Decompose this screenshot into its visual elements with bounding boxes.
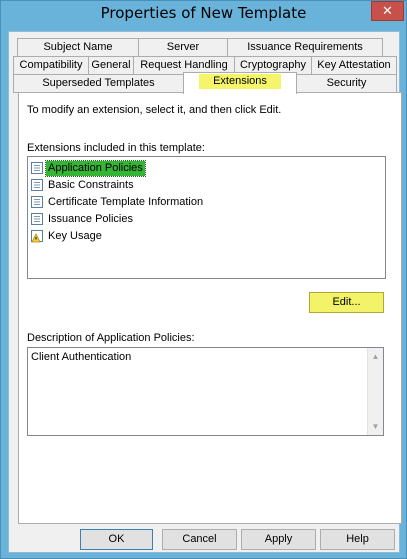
tab-key-attestation[interactable]: Key Attestation xyxy=(311,56,397,75)
instructions-text: To modify an extension, select it, and t… xyxy=(27,104,282,116)
list-item-label: Application Policies xyxy=(45,159,146,177)
certificate-extension-icon xyxy=(31,179,43,191)
tab-issuance-requirements[interactable]: Issuance Requirements xyxy=(227,38,383,57)
list-item-issuance-policies[interactable]: Issuance Policies xyxy=(30,211,135,227)
tab-extensions[interactable]: Extensions xyxy=(183,72,297,94)
tab-general[interactable]: General xyxy=(88,56,134,75)
list-item-application-policies[interactable]: Application Policies xyxy=(30,159,146,177)
extensions-listbox[interactable]: Application Policies Basic Constraints C… xyxy=(27,156,386,279)
help-button[interactable]: Help xyxy=(320,529,395,550)
title-bar[interactable]: Properties of New Template ✕ xyxy=(1,1,406,25)
key-usage-warning-icon xyxy=(31,230,43,243)
list-item-label: Certificate Template Information xyxy=(48,195,204,208)
tab-server[interactable]: Server xyxy=(138,38,228,57)
apply-button[interactable]: Apply xyxy=(241,529,316,550)
list-item-key-usage[interactable]: Key Usage xyxy=(30,228,104,244)
description-label: Description of Application Policies: xyxy=(27,332,195,344)
extensions-panel: To modify an extension, select it, and t… xyxy=(18,92,402,524)
tab-extensions-label: Extensions xyxy=(199,74,281,89)
tab-security[interactable]: Security xyxy=(296,74,397,93)
tab-superseded-templates[interactable]: Superseded Templates xyxy=(13,74,184,93)
edit-button[interactable]: Edit... xyxy=(309,292,384,313)
close-icon: ✕ xyxy=(382,3,393,18)
dialog-body: Subject Name Server Issuance Requirement… xyxy=(8,31,402,553)
description-text: Client Authentication xyxy=(31,351,132,363)
properties-dialog: Properties of New Template ✕ Subject Nam… xyxy=(0,0,407,559)
scroll-down-icon[interactable]: ▼ xyxy=(368,419,383,434)
tab-subject-name[interactable]: Subject Name xyxy=(17,38,139,57)
extensions-list-label: Extensions included in this template: xyxy=(27,142,205,154)
description-box[interactable]: Client Authentication ▲ ▼ xyxy=(27,347,384,436)
list-item-label: Issuance Policies xyxy=(48,212,133,225)
tab-compatibility[interactable]: Compatibility xyxy=(13,56,89,75)
certificate-extension-icon xyxy=(31,213,43,225)
list-item-label: Key Usage xyxy=(48,229,102,242)
certificate-extension-icon xyxy=(31,196,43,208)
close-button[interactable]: ✕ xyxy=(371,1,404,21)
ok-button[interactable]: OK xyxy=(80,529,153,550)
list-item-certificate-template-information[interactable]: Certificate Template Information xyxy=(30,194,205,210)
list-item-basic-constraints[interactable]: Basic Constraints xyxy=(30,177,136,193)
cancel-button[interactable]: Cancel xyxy=(162,529,237,550)
certificate-extension-icon xyxy=(31,162,43,174)
list-item-label: Basic Constraints xyxy=(48,178,134,191)
scroll-up-icon[interactable]: ▲ xyxy=(368,349,383,364)
description-scrollbar[interactable]: ▲ ▼ xyxy=(367,348,383,435)
window-title: Properties of New Template xyxy=(100,4,307,22)
